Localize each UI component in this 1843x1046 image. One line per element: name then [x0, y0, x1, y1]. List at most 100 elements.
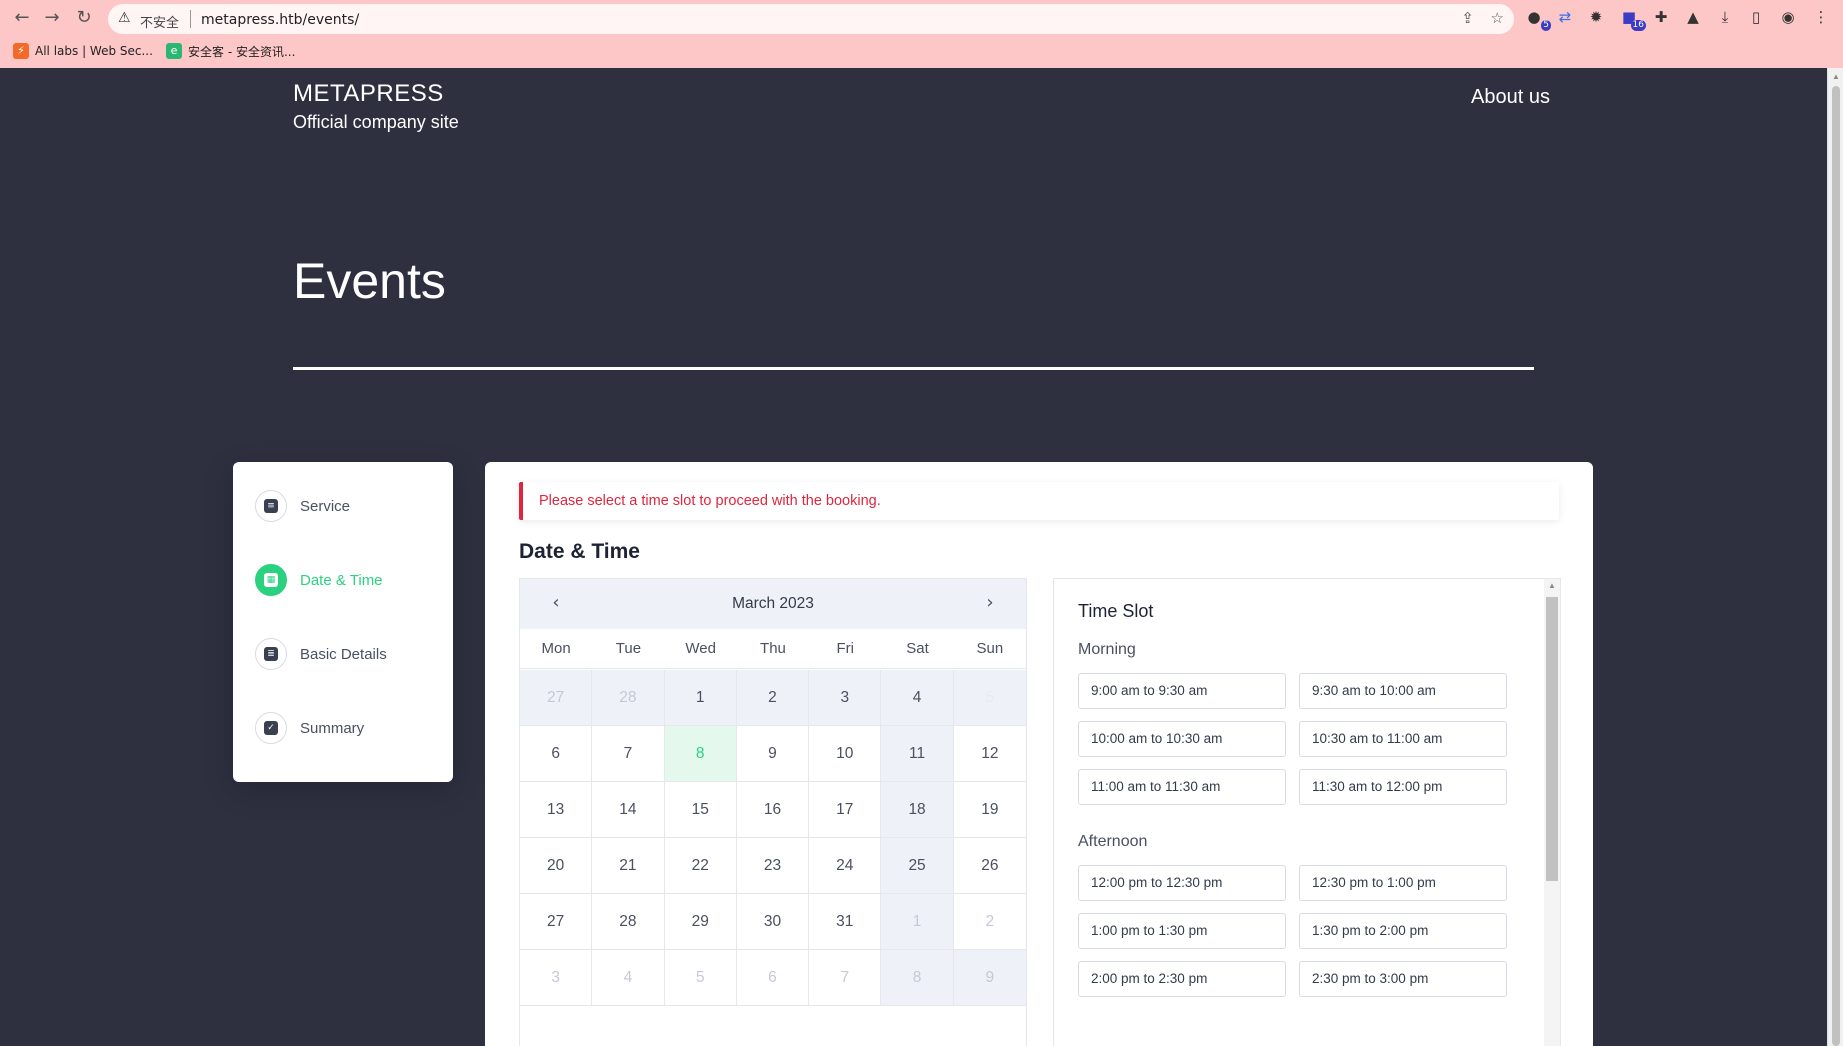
time-slot-button[interactable]: 1:30 pm to 2:00 pm: [1299, 913, 1507, 949]
scroll-up-icon[interactable]: ▲: [1548, 581, 1556, 590]
calendar-day[interactable]: 21: [592, 838, 665, 894]
calendar-day[interactable]: 28: [592, 894, 665, 950]
calendar-day: 7: [809, 950, 882, 1006]
extension-icon-1[interactable]: ● 5: [1523, 6, 1551, 31]
checklist-icon: ✓: [264, 721, 278, 735]
calendar-header: ‹ March 2023 ›: [520, 579, 1026, 629]
weekday-label: Sun: [976, 640, 1004, 657]
server-icon: ≡: [264, 499, 278, 513]
time-slot-button[interactable]: 9:00 am to 9:30 am: [1078, 673, 1286, 709]
scrollbar-thumb[interactable]: [1832, 86, 1840, 1046]
weekday-label: Fri: [836, 640, 855, 657]
step-service-circle: ≡: [255, 490, 287, 522]
sidebar-icon[interactable]: ▯: [1745, 6, 1767, 28]
profile-icon[interactable]: ◉: [1777, 6, 1799, 28]
step-date-time[interactable]: ▦ Date & Time: [255, 564, 383, 596]
time-slot-button[interactable]: 11:30 am to 12:00 pm: [1299, 769, 1507, 805]
calendar-day[interactable]: 9: [736, 726, 810, 782]
calendar-day[interactable]: 19: [953, 782, 1026, 838]
forward-icon[interactable]: →: [40, 6, 64, 30]
calendar-day[interactable]: 29: [664, 894, 737, 950]
calendar-day[interactable]: 23: [736, 838, 810, 894]
morning-label: Morning: [1078, 641, 1136, 658]
weekday-label: Tue: [615, 640, 642, 657]
time-slot-scrollbar-thumb[interactable]: [1546, 597, 1558, 881]
alert-text: Please select a time slot to proceed wit…: [539, 493, 881, 509]
calendar-day[interactable]: 20: [520, 838, 593, 894]
calendar-day[interactable]: 10: [809, 726, 882, 782]
calendar-day[interactable]: 16: [736, 782, 810, 838]
warning-icon: ⚠: [118, 10, 131, 26]
bookmark-portswigger[interactable]: ⚡ All labs | Web Sec...: [13, 42, 153, 60]
share-icon[interactable]: ⇪: [1461, 9, 1474, 27]
calendar-day: 11: [881, 726, 954, 782]
calendar-day[interactable]: 15: [664, 782, 737, 838]
calendar-day[interactable]: 22: [664, 838, 737, 894]
time-slot-button[interactable]: 10:30 am to 11:00 am: [1299, 721, 1507, 757]
calendar-grid: 27 28 1 2 3 4 5 6 7 8 9 10 11 12 13 14 1…: [520, 670, 1026, 1006]
url-text[interactable]: metapress.htb/events/: [201, 12, 359, 28]
extension-icon-4[interactable]: ■ 16: [1618, 6, 1646, 31]
page-title: Events: [293, 253, 446, 309]
calendar-day: 8: [881, 950, 954, 1006]
back-icon[interactable]: ←: [10, 6, 34, 30]
calendar-day[interactable]: 14: [592, 782, 665, 838]
time-slot-button[interactable]: 10:00 am to 10:30 am: [1078, 721, 1286, 757]
address-bar[interactable]: ⚠ 不安全 metapress.htb/events/ ⇪ ☆: [108, 4, 1514, 34]
calendar-day: 2: [953, 894, 1026, 950]
step-label: Date & Time: [300, 571, 383, 589]
section-title: Date & Time: [519, 540, 640, 563]
time-slot-title: Time Slot: [1078, 601, 1154, 621]
document-icon: ≣: [264, 647, 278, 661]
calendar-day[interactable]: 31: [809, 894, 882, 950]
nav-about-link[interactable]: About us: [1471, 86, 1550, 109]
calendar-day: 4: [592, 950, 665, 1006]
site-brand[interactable]: METAPRESS Official company site: [293, 80, 459, 133]
calendar-day[interactable]: 24: [809, 838, 882, 894]
calendar-day[interactable]: 12: [953, 726, 1026, 782]
time-slot-button[interactable]: 2:00 pm to 2:30 pm: [1078, 961, 1286, 997]
weekday-label: Thu: [760, 640, 786, 657]
bookmark-anquanke[interactable]: e 安全客 - 安全资讯...: [166, 42, 295, 60]
time-slot-button[interactable]: 12:00 pm to 12:30 pm: [1078, 865, 1286, 901]
menu-icon[interactable]: ⋮: [1810, 6, 1832, 28]
step-label: Service: [300, 497, 351, 515]
time-slot-button[interactable]: 2:30 pm to 3:00 pm: [1299, 961, 1507, 997]
calendar-day-selected[interactable]: 8: [664, 726, 737, 782]
page-scrollbar[interactable]: ▲: [1827, 68, 1843, 1046]
chevron-right-icon[interactable]: ›: [978, 591, 1002, 615]
calendar-day[interactable]: 30: [736, 894, 810, 950]
scroll-up-icon[interactable]: ▲: [1832, 72, 1840, 81]
step-basic-details[interactable]: ≣ Basic Details: [255, 638, 387, 670]
calendar-day[interactable]: 17: [809, 782, 882, 838]
extension-icon-3[interactable]: ✹: [1585, 6, 1607, 28]
reload-icon[interactable]: ↻: [72, 6, 96, 30]
puzzle-icon[interactable]: ✚: [1650, 6, 1672, 28]
step-summary[interactable]: ✓ Summary: [255, 712, 364, 744]
time-slot-button[interactable]: 1:00 pm to 1:30 pm: [1078, 913, 1286, 949]
extension-icon-2[interactable]: ⇄: [1554, 6, 1576, 28]
step-summary-circle: ✓: [255, 712, 287, 744]
calendar-day[interactable]: 7: [592, 726, 665, 782]
booking-card: Please select a time slot to proceed wit…: [485, 462, 1593, 1046]
calendar-day[interactable]: 6: [520, 726, 593, 782]
time-slot-panel: Time Slot Morning 9:00 am to 9:30 am 9:3…: [1053, 578, 1561, 1046]
download-icon[interactable]: ⤓: [1714, 6, 1736, 28]
calendar-day: 25: [881, 838, 954, 894]
title-divider: [293, 367, 1534, 370]
step-date-time-circle: ▦: [255, 564, 287, 596]
time-slot-scrollbar[interactable]: ▲: [1544, 579, 1560, 1046]
calendar-day[interactable]: 27: [520, 894, 593, 950]
calendar-day: 3: [520, 950, 593, 1006]
calendar-day[interactable]: 26: [953, 838, 1026, 894]
calendar-day[interactable]: 13: [520, 782, 593, 838]
flask-icon[interactable]: ▲: [1682, 6, 1704, 28]
site-name[interactable]: METAPRESS: [293, 80, 459, 108]
calendar-day: 27: [520, 670, 593, 726]
star-icon[interactable]: ☆: [1491, 9, 1504, 27]
time-slot-button[interactable]: 12:30 pm to 1:00 pm: [1299, 865, 1507, 901]
time-slot-button[interactable]: 11:00 am to 11:30 am: [1078, 769, 1286, 805]
step-service[interactable]: ≡ Service: [255, 490, 350, 522]
time-slot-button[interactable]: 9:30 am to 10:00 am: [1299, 673, 1507, 709]
browser-chrome: ← → ↻ ⚠ 不安全 metapress.htb/events/ ⇪ ☆ ● 5…: [0, 0, 1843, 68]
